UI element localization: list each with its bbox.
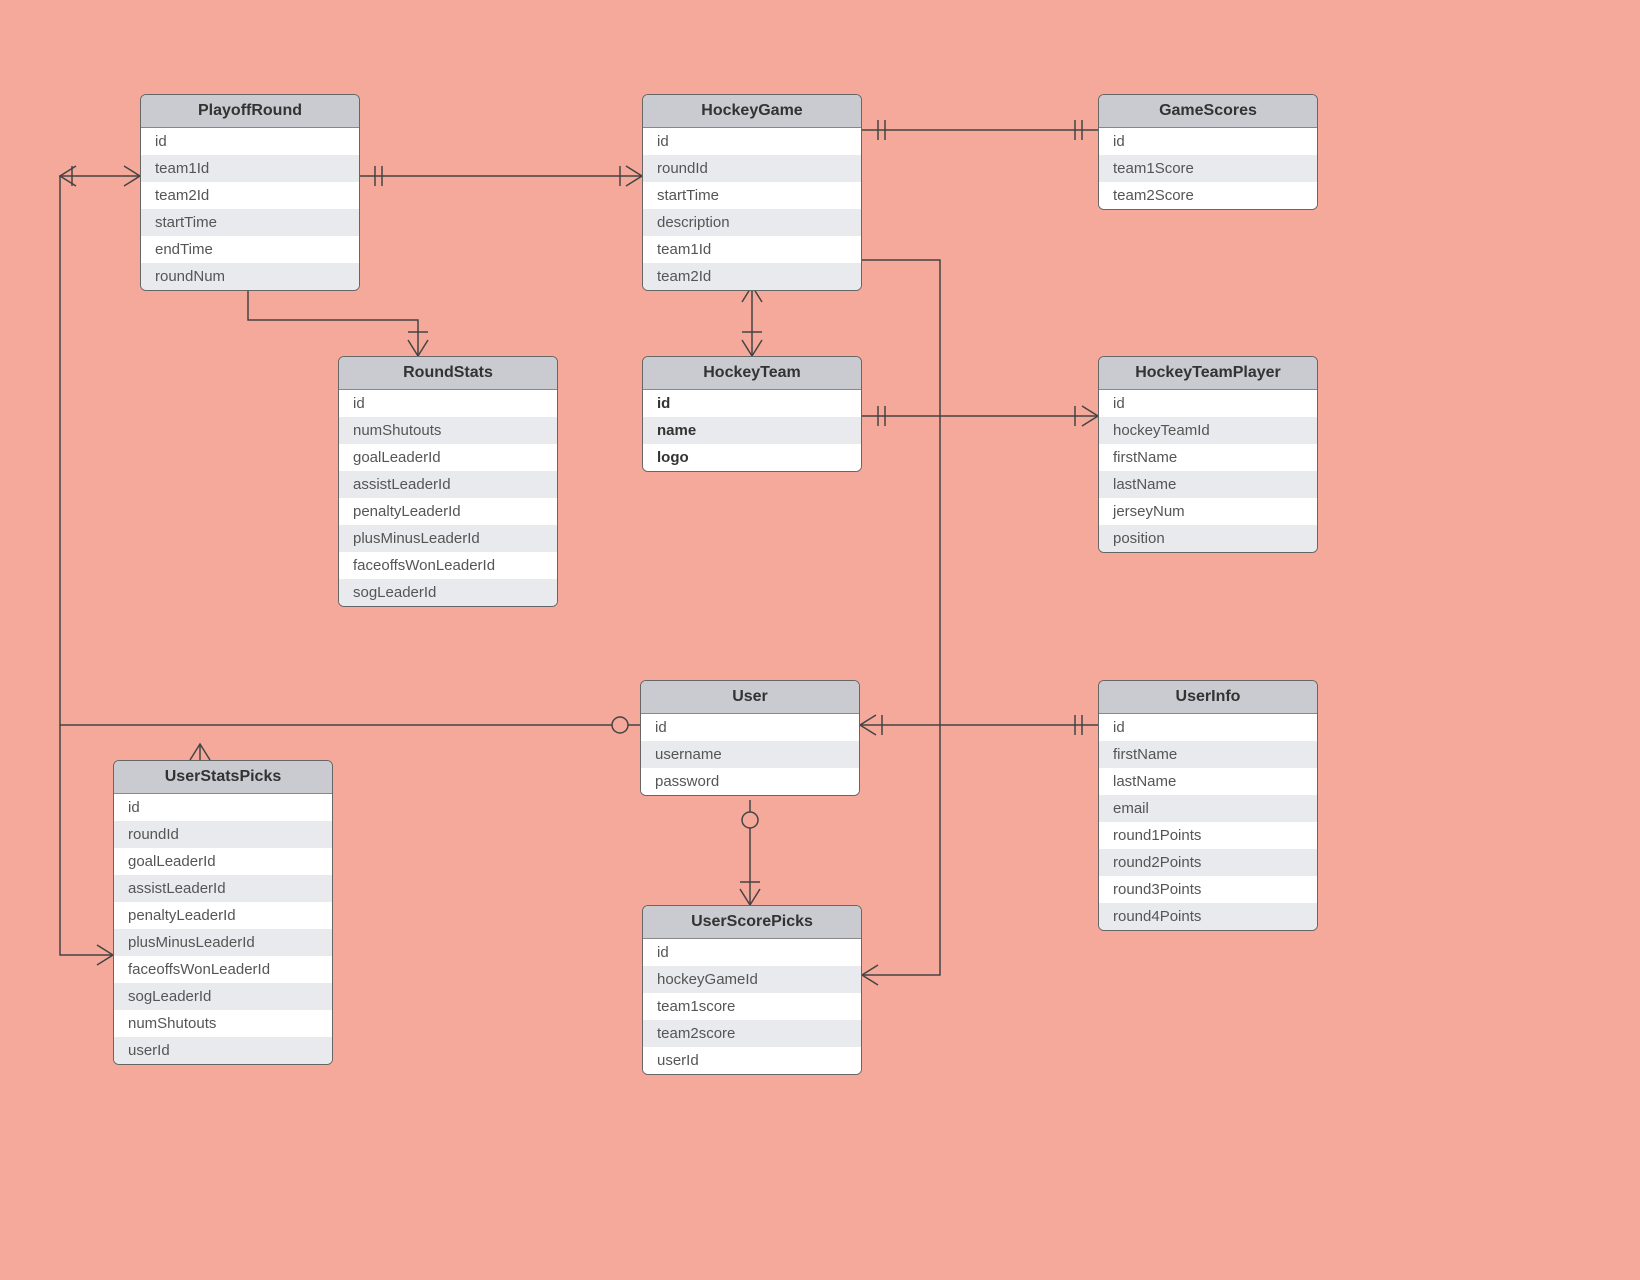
field: team2Score: [1099, 182, 1317, 209]
entity-user-info: UserInfo id firstName lastName email rou…: [1098, 680, 1318, 931]
field: numShutouts: [339, 417, 557, 444]
field: email: [1099, 795, 1317, 822]
field: lastName: [1099, 768, 1317, 795]
field: round4Points: [1099, 903, 1317, 930]
entity-header: RoundStats: [339, 357, 557, 390]
field: team1Id: [643, 236, 861, 263]
field: name: [643, 417, 861, 444]
field: team1score: [643, 993, 861, 1020]
field: userId: [114, 1037, 332, 1064]
field: id: [643, 390, 861, 417]
field: id: [114, 794, 332, 821]
field: goalLeaderId: [114, 848, 332, 875]
entity-header: UserScorePicks: [643, 906, 861, 939]
entity-header: UserStatsPicks: [114, 761, 332, 794]
field: team1Score: [1099, 155, 1317, 182]
field: id: [641, 714, 859, 741]
field: sogLeaderId: [114, 983, 332, 1010]
er-diagram-canvas: PlayoffRound id team1Id team2Id startTim…: [0, 0, 1640, 1280]
field: plusMinusLeaderId: [339, 525, 557, 552]
field: goalLeaderId: [339, 444, 557, 471]
field: password: [641, 768, 859, 795]
field: firstName: [1099, 741, 1317, 768]
field: id: [643, 128, 861, 155]
field: id: [1099, 128, 1317, 155]
field: id: [339, 390, 557, 417]
field: round2Points: [1099, 849, 1317, 876]
field: id: [643, 939, 861, 966]
entity-user-stats-picks: UserStatsPicks id roundId goalLeaderId a…: [113, 760, 333, 1065]
field: penaltyLeaderId: [339, 498, 557, 525]
field: team2score: [643, 1020, 861, 1047]
field: assistLeaderId: [339, 471, 557, 498]
field: roundId: [643, 155, 861, 182]
field: startTime: [141, 209, 359, 236]
field: round3Points: [1099, 876, 1317, 903]
field: position: [1099, 525, 1317, 552]
entity-hockey-team-player: HockeyTeamPlayer id hockeyTeamId firstNa…: [1098, 356, 1318, 553]
field: id: [1099, 390, 1317, 417]
field: team2Id: [643, 263, 861, 290]
field: roundNum: [141, 263, 359, 290]
entity-round-stats: RoundStats id numShutouts goalLeaderId a…: [338, 356, 558, 607]
field: plusMinusLeaderId: [114, 929, 332, 956]
field: sogLeaderId: [339, 579, 557, 606]
field: logo: [643, 444, 861, 471]
entity-header: PlayoffRound: [141, 95, 359, 128]
entity-hockey-team: HockeyTeam id name logo: [642, 356, 862, 472]
field: jerseyNum: [1099, 498, 1317, 525]
field: team2Id: [141, 182, 359, 209]
field: description: [643, 209, 861, 236]
field: firstName: [1099, 444, 1317, 471]
entity-game-scores: GameScores id team1Score team2Score: [1098, 94, 1318, 210]
entity-header: HockeyGame: [643, 95, 861, 128]
field: hockeyTeamId: [1099, 417, 1317, 444]
field: roundId: [114, 821, 332, 848]
field: penaltyLeaderId: [114, 902, 332, 929]
field: round1Points: [1099, 822, 1317, 849]
field: assistLeaderId: [114, 875, 332, 902]
entity-user: User id username password: [640, 680, 860, 796]
field: startTime: [643, 182, 861, 209]
field: endTime: [141, 236, 359, 263]
field: numShutouts: [114, 1010, 332, 1037]
entity-header: UserInfo: [1099, 681, 1317, 714]
field: username: [641, 741, 859, 768]
field: hockeyGameId: [643, 966, 861, 993]
entity-header: User: [641, 681, 859, 714]
field: team1Id: [141, 155, 359, 182]
field: id: [141, 128, 359, 155]
entity-playoff-round: PlayoffRound id team1Id team2Id startTim…: [140, 94, 360, 291]
field: lastName: [1099, 471, 1317, 498]
entity-user-score-picks: UserScorePicks id hockeyGameId team1scor…: [642, 905, 862, 1075]
entity-hockey-game: HockeyGame id roundId startTime descript…: [642, 94, 862, 291]
field: faceoffsWonLeaderId: [339, 552, 557, 579]
entity-header: HockeyTeam: [643, 357, 861, 390]
field: id: [1099, 714, 1317, 741]
field: faceoffsWonLeaderId: [114, 956, 332, 983]
entity-header: GameScores: [1099, 95, 1317, 128]
entity-header: HockeyTeamPlayer: [1099, 357, 1317, 390]
field: userId: [643, 1047, 861, 1074]
